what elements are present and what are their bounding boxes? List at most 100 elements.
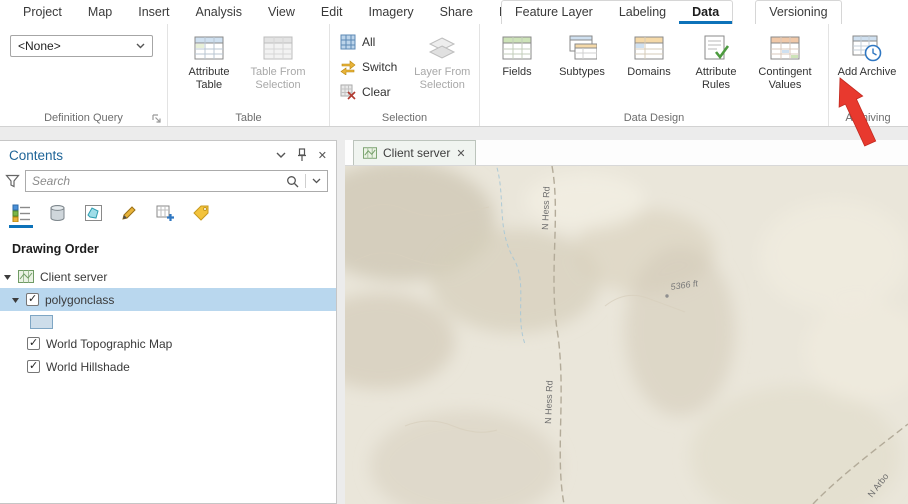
attribute-rules-icon — [701, 31, 731, 65]
list-by-selection-icon[interactable] — [81, 202, 105, 228]
search-box — [25, 170, 328, 192]
menu-share[interactable]: Share — [427, 5, 486, 19]
dialog-launcher-icon[interactable] — [150, 111, 162, 123]
filter-icon[interactable] — [5, 174, 20, 188]
contents-close-icon[interactable] — [318, 149, 327, 162]
subtypes-icon — [567, 31, 597, 65]
menu-insert[interactable]: Insert — [125, 5, 182, 19]
list-by-drawing-order-icon[interactable] — [9, 202, 33, 228]
layer-from-selection-button[interactable]: Layer From Selection — [409, 29, 475, 102]
fields-button[interactable]: Fields — [488, 29, 546, 91]
attribute-table-button[interactable]: Attribute Table — [178, 29, 240, 91]
contents-title: Contents — [9, 147, 64, 163]
layer-name-label: World Topographic Map — [46, 336, 173, 351]
tree-item-basemap[interactable]: World Topographic Map — [0, 332, 336, 355]
ribbon-tab-strip: Feature Layer Labeling Data Versioning — [501, 0, 842, 24]
tab-versioning[interactable]: Versioning — [756, 1, 840, 24]
expand-triangle-icon[interactable] — [11, 295, 20, 304]
search-options-chevron-icon[interactable] — [312, 178, 321, 184]
add-archive-icon — [852, 31, 882, 65]
group-archiving: Add Archive Archiving — [829, 24, 907, 126]
group-definition-query: <None> Definition Query — [0, 24, 168, 126]
search-icon[interactable] — [286, 175, 299, 188]
select-all-icon — [340, 34, 356, 50]
definition-query-dropdown[interactable]: <None> — [10, 35, 153, 57]
arcgis-pro-window: Project Map Insert Analysis View Edit Im… — [0, 0, 908, 504]
table-group-label: Table — [235, 112, 262, 124]
archiving-group-label: Archiving — [845, 112, 891, 124]
switch-selection-icon — [340, 60, 356, 75]
group-data-design: Fields Subtypes Domains Attribute Rules … — [480, 24, 829, 126]
menu-imagery[interactable]: Imagery — [355, 5, 426, 19]
ribbon: <None> Definition Query Attribute Table — [0, 24, 908, 127]
contents-search-row — [0, 169, 336, 196]
view-tab-strip: Client server — [345, 140, 908, 166]
layer-name-label: polygonclass — [45, 292, 115, 307]
domains-icon — [634, 31, 664, 65]
group-table: Attribute Table Table From Selection Tab… — [168, 24, 330, 126]
group-selection: All Switch Clear Layer From Selection Se… — [330, 24, 480, 126]
map-tab-label: Client server — [383, 146, 451, 160]
polygon-symbol-swatch[interactable] — [30, 314, 53, 329]
domains-button[interactable]: Domains — [618, 29, 680, 91]
select-all-button[interactable]: All — [340, 32, 409, 52]
add-archive-button[interactable]: Add Archive — [837, 29, 897, 79]
layer-visibility-checkbox[interactable] — [27, 359, 40, 373]
feature-layer-tab-group: Feature Layer Labeling Data — [501, 0, 734, 24]
map-canvas[interactable]: N Hess Rd 5366 ft N Hess Rd N Arbo — [345, 166, 908, 504]
tree-item-polygonclass[interactable]: polygonclass — [0, 288, 336, 311]
fields-icon — [502, 31, 532, 65]
definition-query-value: <None> — [18, 39, 61, 53]
tree-item-symbol[interactable] — [0, 311, 336, 332]
tab-labeling[interactable]: Labeling — [606, 1, 679, 24]
spot-elevation-marker — [665, 294, 669, 298]
road-label-bottom: N Hess Rd — [543, 380, 555, 424]
new-layer-grid-icon[interactable] — [153, 202, 177, 228]
tab-feature-layer[interactable]: Feature Layer — [502, 1, 606, 24]
map-icon — [18, 270, 34, 283]
tree-item-hillshade[interactable]: World Hillshade — [0, 355, 336, 378]
attribute-table-icon — [194, 31, 224, 65]
list-by-data-source-icon[interactable] — [45, 202, 69, 228]
tab-data[interactable]: Data — [679, 1, 732, 24]
table-from-selection-icon — [263, 31, 293, 65]
subtypes-button[interactable]: Subtypes — [551, 29, 613, 91]
versioning-tab-group: Versioning — [755, 0, 842, 24]
menu-map[interactable]: Map — [75, 5, 125, 19]
contents-menu-chevron-icon[interactable] — [276, 152, 286, 158]
search-input[interactable] — [32, 174, 280, 188]
contingent-values-icon — [770, 31, 800, 65]
close-tab-icon[interactable] — [456, 146, 465, 160]
expand-triangle-icon[interactable] — [3, 272, 12, 281]
tree-item-map[interactable]: Client server — [0, 265, 336, 288]
layer-name-label: World Hillshade — [46, 359, 130, 374]
menu-view[interactable]: View — [255, 5, 308, 19]
contingent-values-button[interactable]: Contingent Values — [752, 29, 818, 91]
menu-analysis[interactable]: Analysis — [183, 5, 256, 19]
menu-edit[interactable]: Edit — [308, 5, 356, 19]
data-design-group-label: Data Design — [623, 112, 685, 124]
definition-query-group-label: Definition Query — [44, 112, 123, 124]
labeling-tag-icon[interactable] — [189, 202, 213, 228]
layer-from-selection-icon — [427, 31, 457, 65]
switch-selection-button[interactable]: Switch — [340, 57, 409, 77]
contents-pane: Contents ✕ Search Drawing Order Client s… — [0, 140, 337, 504]
menu-bar: Project Map Insert Analysis View Edit Im… — [0, 0, 538, 24]
contents-header: Contents — [0, 141, 336, 169]
clear-selection-button[interactable]: Clear — [340, 82, 409, 102]
pin-icon[interactable] — [297, 148, 307, 162]
list-by-editing-icon[interactable] — [117, 202, 141, 228]
layer-visibility-checkbox[interactable] — [26, 292, 39, 306]
map-view-tab[interactable]: Client server — [353, 140, 476, 165]
map-name-label: Client server — [40, 269, 108, 284]
selection-group-label: Selection — [381, 112, 428, 124]
table-from-selection-button[interactable]: Table From Selection — [247, 29, 309, 91]
layer-visibility-checkbox[interactable] — [27, 336, 40, 350]
search-divider — [305, 174, 306, 188]
contents-toolbar — [0, 196, 336, 228]
menu-project[interactable]: Project — [10, 5, 75, 19]
attribute-rules-button[interactable]: Attribute Rules — [685, 29, 747, 91]
chevron-down-icon — [136, 43, 145, 49]
clear-selection-icon — [340, 84, 356, 100]
map-icon — [363, 147, 377, 159]
